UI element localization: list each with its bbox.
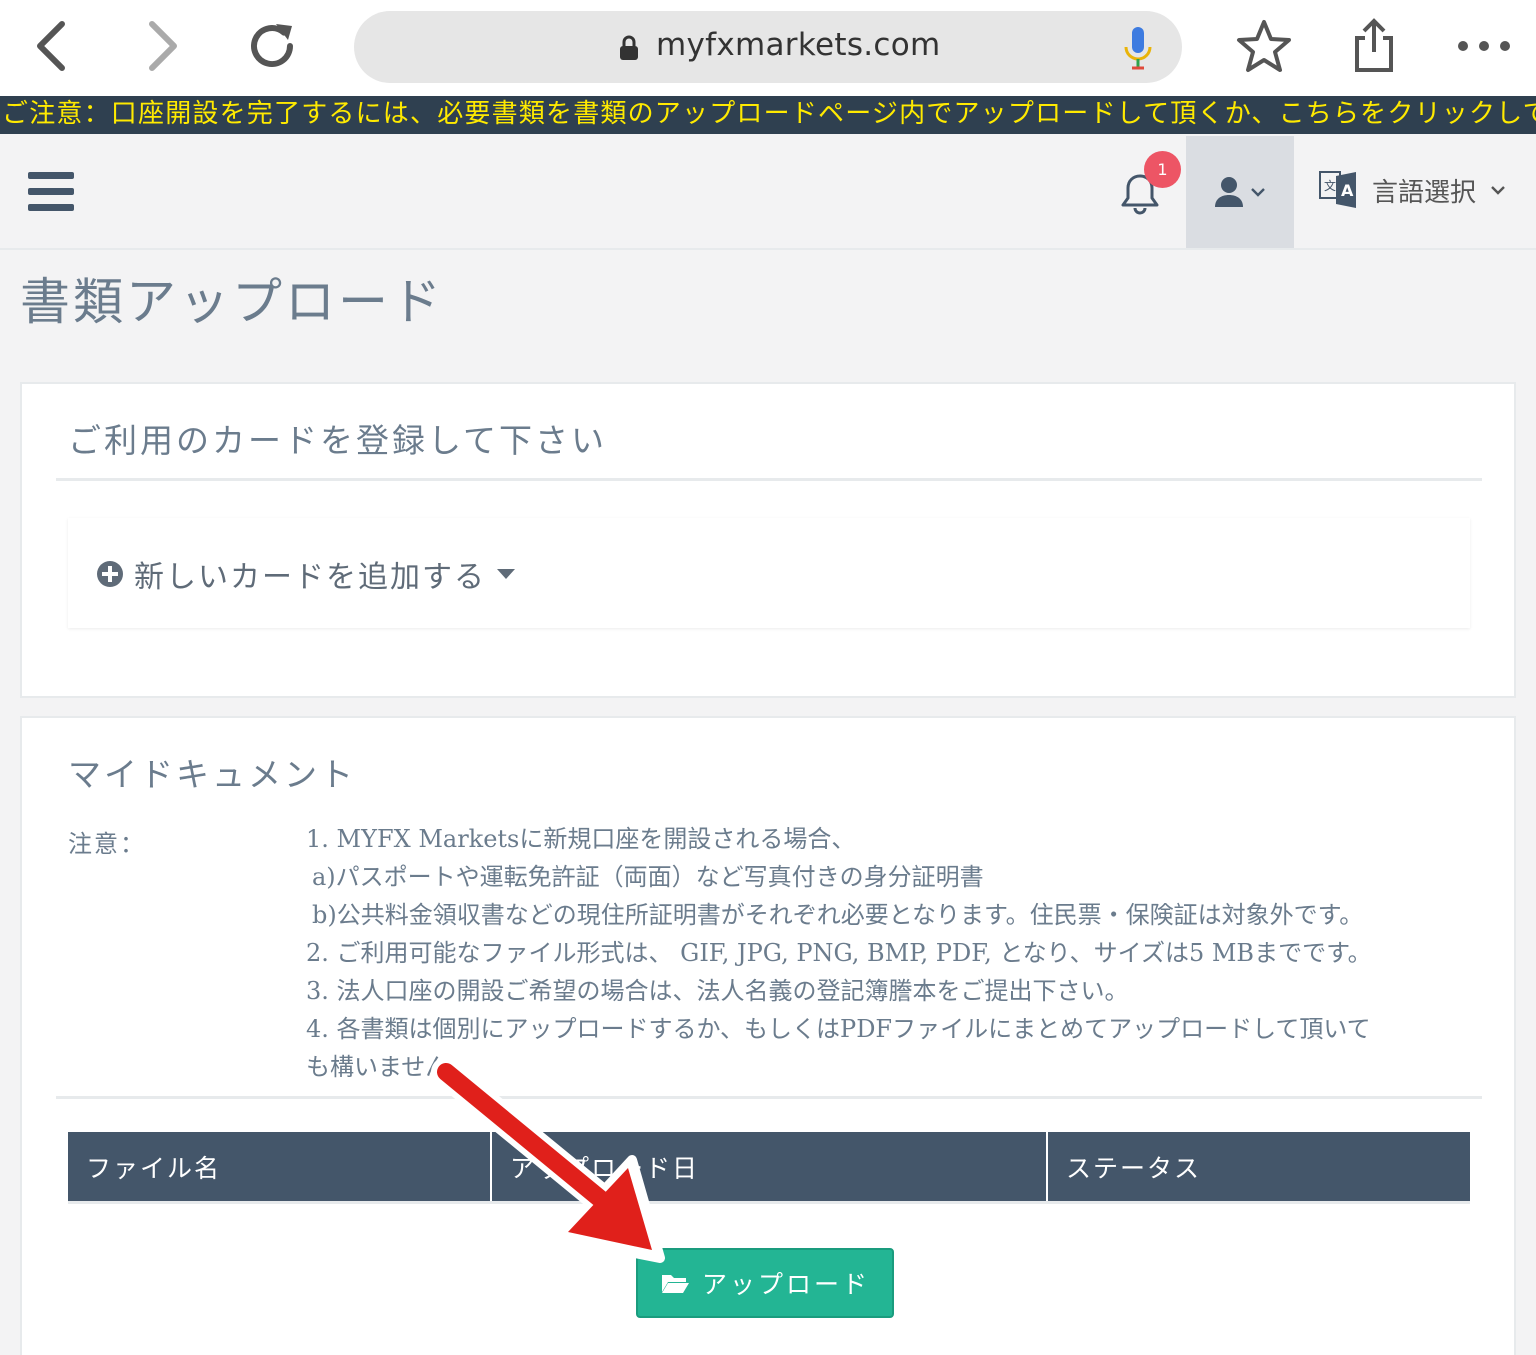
more-options-icon[interactable]	[1452, 14, 1516, 78]
share-icon[interactable]	[1342, 14, 1406, 78]
language-selector[interactable]: 文A 言語選択	[1318, 164, 1506, 216]
notice-text: ご注意：口座開設を完了するには、必要書類を書類のアップロードページ内でアップロー…	[2, 99, 1536, 129]
translate-icon: 文A	[1319, 171, 1356, 208]
language-label: 言語選択	[1372, 177, 1477, 208]
note-line: 3. 法人口座の開設ご希望の場合は、法人名義の登記簿謄本をご提出下さい。	[306, 977, 1129, 1005]
note-line: 1. MYFX Marketsに新規口座を開設される場合、	[306, 825, 856, 853]
back-icon[interactable]	[20, 14, 84, 78]
column-header-upload-date[interactable]: アップロード日	[492, 1132, 1048, 1201]
account-notice-banner[interactable]: ご注意：口座開設を完了するには、必要書類を書類のアップロードページ内でアップロー…	[0, 96, 1536, 134]
column-header-status[interactable]: ステータス	[1048, 1132, 1470, 1201]
documents-table-header: ファイル名 アップロード日 ステータス	[68, 1132, 1470, 1204]
card-registration-panel: ご利用のカードを登録して下さい 新しいカードを追加する	[20, 382, 1516, 698]
reload-icon[interactable]	[240, 14, 304, 78]
forward-icon[interactable]	[130, 14, 194, 78]
browser-toolbar: myfxmarkets.com	[0, 0, 1536, 96]
card-panel-title: ご利用のカードを登録して下さい	[68, 421, 608, 460]
notification-count-badge: 1	[1144, 151, 1181, 188]
note-line: も構いません。	[306, 1053, 474, 1081]
page-title: 書類アップロード	[20, 273, 444, 331]
user-icon	[1215, 177, 1243, 207]
panel-divider	[56, 478, 1482, 481]
folder-open-icon	[661, 1275, 689, 1293]
note-line: 4. 各書類は個別にアップロードするか、もしくはPDFファイルにまとめてアップロ…	[306, 1015, 1371, 1043]
notes-label: 注意：	[68, 830, 146, 858]
lock-icon	[618, 35, 640, 65]
add-card-label: 新しいカードを追加する	[134, 560, 486, 595]
upload-button-label: アップロード	[701, 1270, 870, 1299]
caret-down-icon	[497, 569, 515, 579]
url-text: myfxmarkets.com	[656, 27, 941, 63]
svg-text:A: A	[1341, 181, 1354, 200]
user-menu-button[interactable]	[1186, 136, 1294, 248]
add-card-toggle[interactable]: 新しいカードを追加する	[96, 552, 516, 596]
microphone-icon[interactable]	[1122, 25, 1154, 75]
add-card-box: 新しいカードを追加する	[68, 518, 1470, 628]
plus-circle-icon	[97, 561, 123, 587]
bookmark-star-icon[interactable]	[1232, 14, 1296, 78]
column-header-file-name[interactable]: ファイル名	[68, 1132, 492, 1201]
note-line: a)パスポートや運転免許証（両面）など写真付きの身分証明書	[312, 863, 984, 891]
my-documents-panel: マイドキュメント 注意： 1. MYFX Marketsに新規口座を開設される場…	[20, 716, 1516, 1355]
upload-button[interactable]: アップロード	[636, 1248, 894, 1318]
panel-divider	[56, 1096, 1482, 1099]
note-line: b)公共料金領収書などの現住所証明書がそれぞれ必要となります。住民票・保険証は対…	[312, 901, 1364, 929]
top-navbar: 文A 言語選択	[0, 134, 1536, 250]
chevron-down-icon	[1491, 186, 1505, 195]
documents-panel-title: マイドキュメント	[68, 755, 356, 794]
menu-toggle-icon[interactable]	[28, 172, 76, 212]
address-bar[interactable]: myfxmarkets.com	[354, 11, 1182, 83]
svg-text:文: 文	[1324, 178, 1336, 193]
chevron-down-icon	[1251, 188, 1265, 197]
upload-notes: 1. MYFX Marketsに新規口座を開設される場合、 a)パスポートや運転…	[306, 820, 1456, 1086]
note-line: 2. ご利用可能なファイル形式は、 GIF, JPG, PNG, BMP, PD…	[306, 939, 1372, 967]
